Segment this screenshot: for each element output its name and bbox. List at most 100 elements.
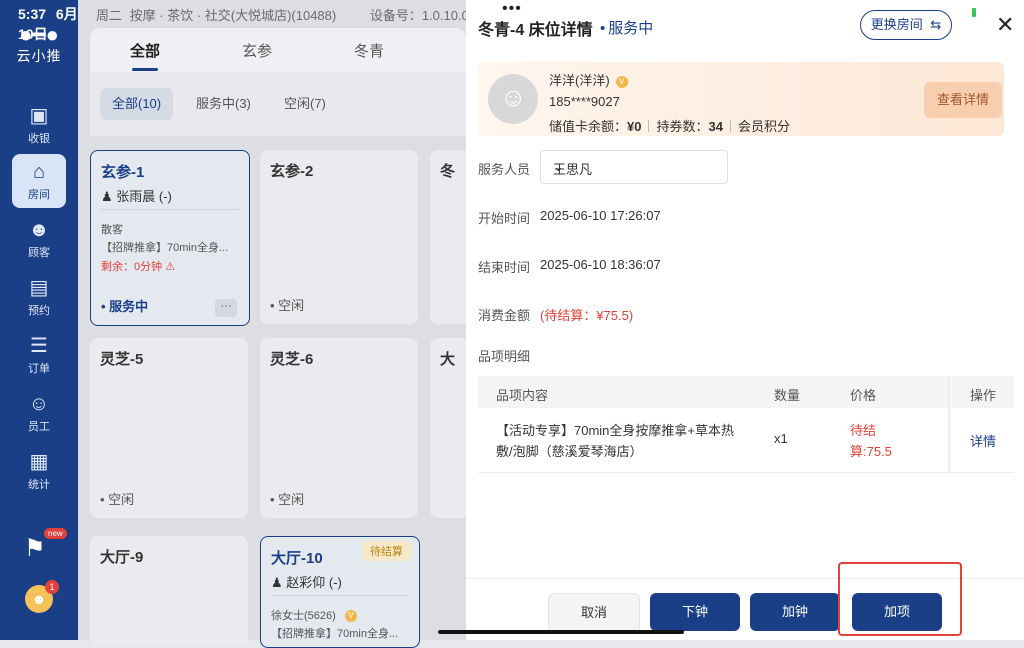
- sidebar-item-label: 房间: [28, 189, 50, 201]
- col-header-action: 操作: [970, 388, 997, 403]
- room-name: 灵芝-6: [270, 351, 314, 368]
- pending-tag: 待结算: [362, 541, 411, 561]
- sidebar-item-customers[interactable]: ☻ 顾客: [12, 212, 66, 266]
- room-list-area: 周二 按摩 · 茶饮 · 社交(大悦城店)(10488) 设备号：1.0.10.…: [78, 0, 499, 648]
- room-card[interactable]: 大厅-10 待结算 ♟ 赵彩仰 (-) 徐女士(5626) V 【招牌推拿】70…: [260, 536, 420, 648]
- item-price: 待结算:75.5: [850, 423, 892, 459]
- close-icon[interactable]: ✕: [996, 12, 1014, 38]
- home-icon: ⌂: [32, 161, 46, 183]
- monitor-icon: ▣: [29, 105, 49, 127]
- filter-in-service[interactable]: 服务中(3): [184, 88, 263, 120]
- sidebar-item-rooms[interactable]: ⌂ 房间: [12, 154, 66, 208]
- sidebar-item-orders[interactable]: ☰ 订单: [12, 328, 66, 382]
- room-name: 冬: [440, 163, 456, 180]
- clipboard-icon: ☰: [30, 335, 48, 357]
- coupons-value: 34: [708, 119, 723, 134]
- status-time: 5:37: [18, 6, 47, 22]
- room-name: 大厅-10: [271, 550, 323, 567]
- room-state: • 空闲: [100, 492, 135, 507]
- user-icon: ☻: [28, 219, 50, 241]
- bed-detail-drawer: ••• 冬青-4 床位详情 服务中 更换房间 ⇆ ✕ 洋洋(洋洋)V 185**…: [466, 0, 1024, 640]
- room-remaining: 剩余：0分钟 ⚠: [101, 258, 175, 274]
- filter-row: 全部(10) 服务中(3) 空闲(7): [90, 72, 466, 136]
- items-section-label: 品项明细: [478, 349, 531, 364]
- change-room-button[interactable]: 更换房间 ⇆: [860, 10, 952, 40]
- item-detail-link[interactable]: 详情: [970, 431, 996, 450]
- room-name: 玄参-1: [101, 164, 145, 181]
- room-card[interactable]: 玄参-2 • 空闲: [260, 150, 418, 324]
- battery-indicator: [972, 8, 976, 17]
- store-info-bar: 周二 按摩 · 茶饮 · 社交(大悦城店)(10488) 设备号：1.0.10.…: [96, 5, 499, 24]
- tab-all[interactable]: 全部: [130, 40, 160, 61]
- sidebar-item-label: 顾客: [28, 247, 50, 259]
- change-room-label: 更换房间: [870, 17, 923, 32]
- sidebar-item-label: 订单: [28, 363, 50, 375]
- alert-icon: ⚠: [165, 261, 176, 273]
- room-name: 大: [440, 351, 456, 368]
- filter-idle[interactable]: 空闲(7): [272, 88, 338, 120]
- room-name: 大厅-9: [100, 549, 144, 566]
- clock-out-button[interactable]: 下钟: [650, 593, 740, 631]
- room-card[interactable]: 玄参-1 ♟ 张雨晨 (-) 散客 【招牌推拿】70min全身... 剩余：0分…: [90, 150, 250, 326]
- col-header-price: 价格: [850, 388, 877, 403]
- team-icon: ☺: [28, 393, 50, 415]
- item-content: 【活动专享】70min全身按摩推拿+草本热敷/泡脚（慈溪爱琴海店）: [496, 423, 734, 459]
- member-name-text: 洋洋(洋洋): [549, 73, 610, 88]
- room-name: 灵芝-5: [100, 351, 144, 368]
- start-time-value: 2025-06-10 17:26:07: [540, 208, 661, 223]
- chart-icon: ▦: [29, 451, 49, 473]
- room-card[interactable]: 大: [430, 338, 470, 518]
- service-staff-select[interactable]: 王思凡 ⌄: [540, 150, 728, 184]
- brand-logo: ●━● 云小推: [10, 22, 68, 78]
- flag-icon[interactable]: ⚑: [24, 534, 46, 563]
- room-customer: 散客: [101, 224, 123, 236]
- store-name: 按摩 · 茶饮 · 社交(大悦城店)(10488): [129, 8, 337, 23]
- cancel-button[interactable]: 取消: [548, 593, 640, 633]
- filter-all[interactable]: 全部(10): [100, 88, 174, 120]
- home-indicator: [438, 630, 684, 634]
- room-state-label: 空闲: [278, 492, 305, 507]
- divider: [271, 595, 409, 596]
- tab-dongqing[interactable]: 冬青: [354, 40, 384, 61]
- room-card[interactable]: 灵芝-6 • 空闲: [260, 338, 418, 518]
- member-card: 洋洋(洋洋) V 185****9027 储值卡余额：¥0 持券数：34 会员积分 查…: [478, 62, 1004, 136]
- room-staff: ♟ 赵彩仰 (-): [271, 575, 342, 590]
- room-state-label: 空闲: [278, 298, 305, 313]
- drawer-state: 服务中: [600, 17, 653, 38]
- divider: [648, 120, 650, 132]
- room-card[interactable]: 大厅-9: [90, 536, 248, 646]
- member-phone: 185****9027: [549, 94, 620, 109]
- sidebar-item-cashier[interactable]: ▣ 收银: [12, 98, 66, 152]
- room-name: 玄参-2: [270, 163, 314, 180]
- sidebar-item-label: 统计: [28, 479, 50, 491]
- room-state: • 空闲: [270, 492, 305, 507]
- end-time-label: 结束时间: [478, 260, 531, 275]
- tab-xuanshen[interactable]: 玄参: [242, 40, 272, 61]
- zone-tabs: 全部 玄参 冬青: [90, 28, 466, 72]
- divider: [729, 120, 731, 132]
- view-detail-button[interactable]: 查看详情: [924, 82, 1002, 118]
- remaining-text: 剩余：0分钟: [101, 261, 163, 273]
- room-state-label: 服务中: [109, 299, 149, 314]
- start-time-label: 开始时间: [478, 211, 531, 226]
- room-staff: ♟ 张雨晨 (-): [101, 189, 172, 204]
- room-item: 【招牌推拿】70min全身...: [271, 628, 399, 640]
- chevron-down-icon: ⌄: [553, 159, 564, 174]
- divider: [101, 209, 239, 210]
- col-header-qty: 数量: [774, 388, 801, 403]
- balance-value: ¥0: [627, 119, 642, 134]
- room-card[interactable]: 冬: [430, 150, 470, 324]
- column-shadow: [948, 376, 952, 472]
- end-time-value: 2025-06-10 18:36:07: [540, 257, 661, 272]
- room-card[interactable]: 灵芝-5 • 空闲: [90, 338, 248, 518]
- more-icon[interactable]: ···: [215, 299, 237, 317]
- add-clock-button[interactable]: 加钟: [750, 593, 840, 631]
- table-header: 品项内容 数量 价格 操作: [478, 376, 1014, 408]
- staff-name: 张雨晨 (-): [116, 189, 172, 204]
- sidebar-item-booking[interactable]: ▤ 预约: [12, 270, 66, 324]
- sidebar-item-label: 员工: [28, 421, 50, 433]
- sidebar-item-staff[interactable]: ☺ 员工: [12, 386, 66, 440]
- sidebar-item-stats[interactable]: ▦ 统计: [12, 444, 66, 498]
- item-qty: x1: [774, 431, 788, 446]
- balance-label: 储值卡余额：: [549, 119, 628, 134]
